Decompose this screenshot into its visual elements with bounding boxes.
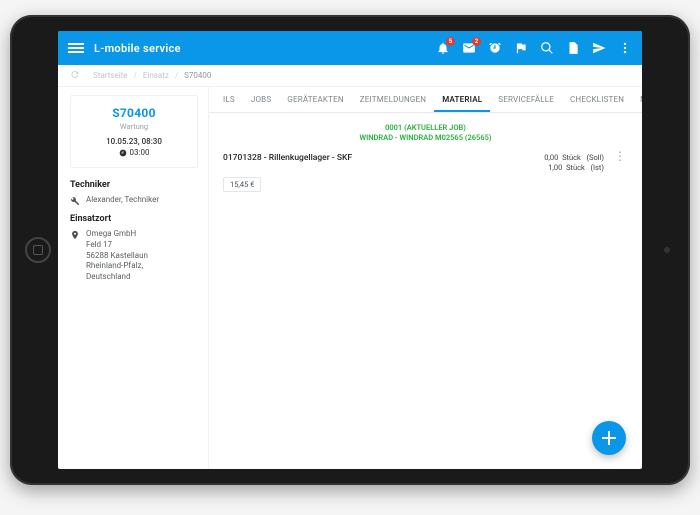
service-duration-value: 03:00	[130, 148, 150, 157]
crumb-sep: /	[175, 71, 178, 80]
content-body: S70400 Wartung 10.05.23, 08:30 03:00 Tec…	[58, 87, 642, 469]
crumb-home[interactable]: Startseite	[93, 71, 127, 80]
history-icon[interactable]	[70, 70, 79, 81]
material-price[interactable]: 15,45 €	[223, 177, 261, 192]
wrench-icon	[70, 196, 80, 206]
qty-ist: 1,00	[548, 163, 562, 172]
tab-notizen[interactable]: NOTIZEN	[632, 95, 642, 112]
job-line2: WINDRAD - WINDRAD M02565 (26565)	[217, 133, 634, 143]
appbar-actions: 5 2	[436, 41, 632, 55]
job-line1: 0001 (AKTUELLER JOB)	[217, 123, 634, 133]
breadcrumb: · Startseite / Einsatz / S70400	[58, 65, 642, 87]
tech-heading: Techniker	[70, 180, 198, 190]
tablet-home-button[interactable]	[25, 237, 51, 263]
flag-icon[interactable]	[514, 41, 528, 55]
tab-jobs[interactable]: JOBS	[243, 95, 279, 112]
row-more-icon[interactable]: ⋮	[612, 153, 628, 160]
location-row: Omega GmbH Feld 17 56288 Kastellaun Rhei…	[70, 229, 198, 283]
loc-country: Deutschland	[86, 272, 148, 283]
loc-street: Feld 17	[86, 240, 148, 251]
tab-checklisten[interactable]: CHECKLISTEN	[562, 95, 632, 112]
tab-zeitmeldungen[interactable]: ZEITMELDUNGEN	[352, 95, 434, 112]
service-card: S70400 Wartung 10.05.23, 08:30 03:00	[70, 95, 198, 168]
tab-ils[interactable]: ILS	[215, 95, 243, 112]
send-icon[interactable]	[592, 41, 606, 55]
tab-geraeteakten[interactable]: GERÄTEAKTEN	[279, 95, 351, 112]
crumb-current: S70400	[184, 71, 211, 80]
tablet-camera	[664, 247, 670, 253]
qty-soll-label: (Soll)	[586, 153, 604, 162]
qty-unit: Stück	[566, 163, 585, 172]
menu-icon[interactable]	[68, 43, 84, 53]
pin-icon	[70, 230, 80, 240]
service-duration: 03:00	[79, 148, 189, 157]
location-heading: Einsatzort	[70, 214, 198, 224]
tab-servicefaelle[interactable]: SERVICEFÄLLE	[490, 95, 562, 112]
mail-icon[interactable]: 2	[462, 41, 476, 55]
app-title: L-mobile service	[94, 42, 436, 55]
material-quantities: 0,00 Stück (Soll) 1,00 Stück (Ist)	[544, 153, 604, 173]
document-icon[interactable]	[566, 41, 580, 55]
technician-row: Alexander, Techniker	[70, 195, 198, 206]
clock-icon	[119, 149, 127, 157]
loc-city: 56288 Kastellaun	[86, 251, 148, 262]
qty-ist-label: (Ist)	[590, 163, 604, 172]
tablet-frame: L-mobile service 5 2 ·	[10, 15, 690, 485]
tab-material[interactable]: MATERIAL	[434, 95, 490, 112]
service-type: Wartung	[79, 122, 189, 131]
tab-bar: ILS JOBS GERÄTEAKTEN ZEITMELDUNGEN MATER…	[209, 87, 642, 113]
qty-soll: 0,00	[544, 153, 558, 162]
notification-icon[interactable]: 5	[436, 41, 450, 55]
service-id[interactable]: S70400	[79, 106, 189, 120]
mail-badge: 2	[472, 37, 481, 46]
crumb-sep: ·	[85, 71, 87, 80]
more-icon[interactable]	[618, 41, 632, 55]
app-screen: L-mobile service 5 2 ·	[58, 31, 642, 469]
location-address: Omega GmbH Feld 17 56288 Kastellaun Rhei…	[86, 229, 148, 283]
service-datetime: 10.05.23, 08:30	[79, 137, 189, 146]
add-button[interactable]	[592, 421, 626, 455]
main-panel: ILS JOBS GERÄTEAKTEN ZEITMELDUNGEN MATER…	[208, 87, 642, 469]
crumb-mid[interactable]: Einsatz	[143, 71, 169, 80]
sidebar: S70400 Wartung 10.05.23, 08:30 03:00 Tec…	[58, 87, 208, 469]
loc-name: Omega GmbH	[86, 229, 148, 240]
search-icon[interactable]	[540, 41, 554, 55]
material-row: 01701328 - Rillenkugellager - SKF 0,00 S…	[209, 149, 642, 198]
app-bar: L-mobile service 5 2	[58, 31, 642, 65]
alarm-icon[interactable]	[488, 41, 502, 55]
current-job-header: 0001 (AKTUELLER JOB) WINDRAD - WINDRAD M…	[209, 113, 642, 149]
notification-badge: 5	[446, 37, 455, 46]
crumb-sep: /	[134, 71, 137, 80]
technician-name: Alexander, Techniker	[86, 195, 159, 206]
loc-region: Rheinland-Pfalz,	[86, 261, 148, 272]
qty-unit: Stück	[562, 153, 581, 162]
material-name: 01701328 - Rillenkugellager - SKF	[223, 153, 536, 163]
